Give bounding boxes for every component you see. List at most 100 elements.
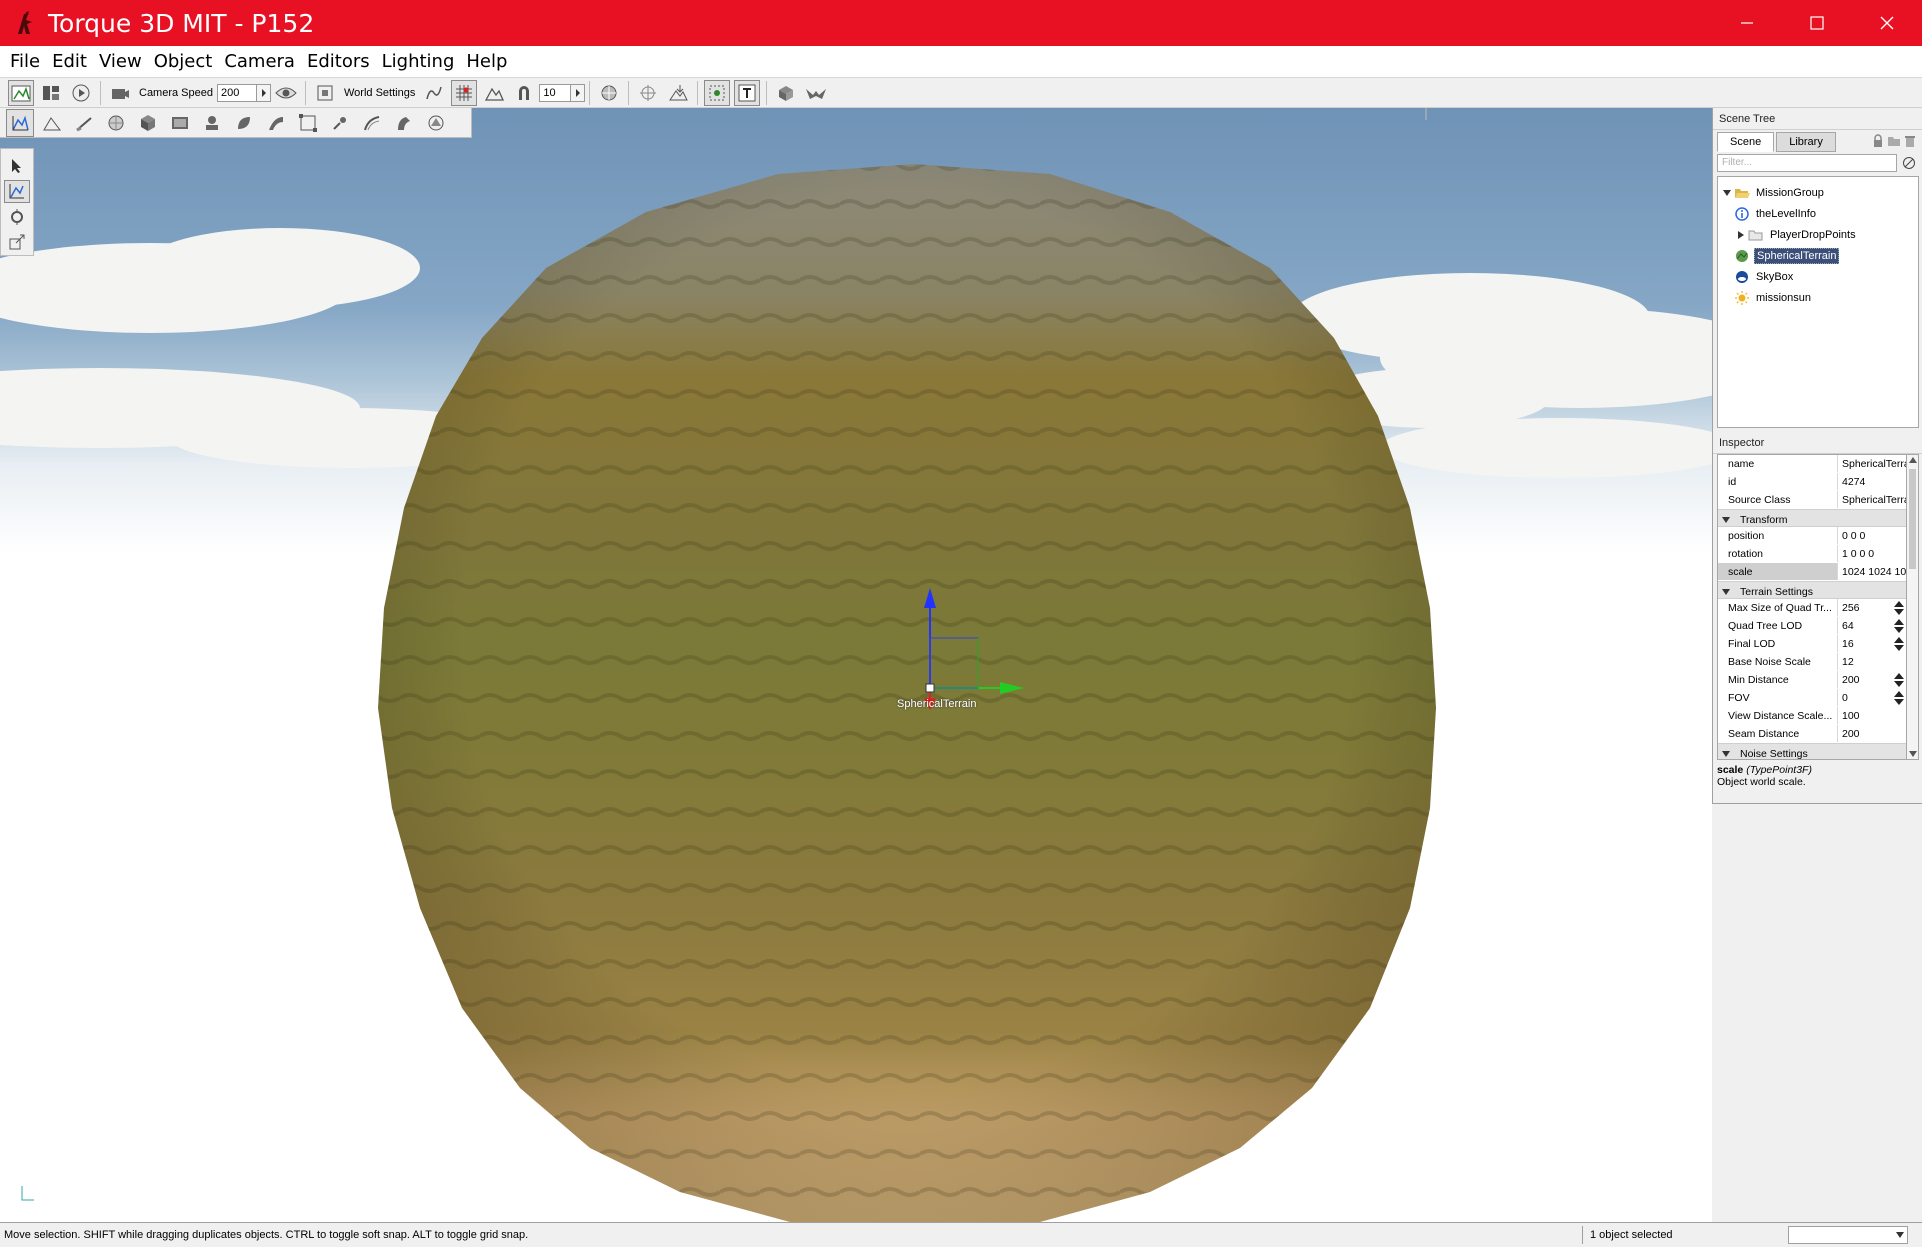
torque-logo-icon bbox=[18, 11, 32, 34]
property-row[interactable]: rotation 1 0 0 0 bbox=[1718, 545, 1906, 563]
text-labels-button[interactable] bbox=[734, 79, 761, 106]
property-row[interactable]: Seam Distance 200 bbox=[1718, 725, 1906, 743]
road-editor-button[interactable] bbox=[358, 109, 386, 137]
new-folder-icon[interactable] bbox=[1887, 134, 1901, 148]
tab-scene[interactable]: Scene bbox=[1717, 132, 1775, 152]
visibility-button[interactable] bbox=[273, 80, 299, 106]
chevron-down-icon[interactable] bbox=[1723, 190, 1731, 196]
transform-group-header[interactable]: Transform bbox=[1718, 509, 1906, 527]
menu-view[interactable]: View bbox=[93, 51, 148, 72]
shape-editor-button[interactable] bbox=[390, 109, 418, 137]
scene-filter-input[interactable]: Filter... bbox=[1717, 154, 1897, 172]
world-editor-button[interactable] bbox=[8, 79, 34, 106]
forest-editor-button[interactable] bbox=[230, 109, 258, 137]
mesh-road-button[interactable] bbox=[262, 109, 290, 137]
scroll-down-icon[interactable] bbox=[1909, 751, 1917, 757]
terrain-painter-button[interactable] bbox=[70, 109, 98, 137]
decal-editor-button[interactable] bbox=[198, 109, 226, 137]
scene-render[interactable] bbox=[0, 108, 1712, 1222]
property-row[interactable]: position 0 0 0 bbox=[1718, 527, 1906, 545]
spinner-arrows-icon[interactable] bbox=[1894, 637, 1904, 651]
status-dropdown[interactable] bbox=[1788, 1226, 1908, 1244]
main-toolbar: Camera Speed 200 World Settings 10 bbox=[0, 77, 1922, 108]
snap-toggle-button[interactable] bbox=[421, 80, 447, 106]
fit-view-button[interactable] bbox=[312, 80, 338, 106]
spinner-arrows-icon[interactable] bbox=[1894, 673, 1904, 687]
grid-size-slider-button[interactable] bbox=[571, 83, 586, 102]
menu-file[interactable]: File bbox=[4, 51, 46, 72]
play-game-button[interactable] bbox=[68, 80, 94, 106]
material-editor-button[interactable] bbox=[102, 109, 130, 137]
scroll-up-icon[interactable] bbox=[1909, 457, 1917, 463]
object-select-button[interactable] bbox=[704, 79, 731, 106]
clear-filter-icon[interactable] bbox=[1902, 156, 1916, 170]
tree-item-sphericalterrain[interactable]: SphericalTerrain bbox=[1734, 246, 1840, 266]
camera-button[interactable] bbox=[107, 80, 133, 106]
scale-tool-button[interactable] bbox=[4, 231, 30, 255]
menu-object[interactable]: Object bbox=[148, 51, 219, 72]
chevron-right-icon[interactable] bbox=[1738, 231, 1744, 239]
menu-editors[interactable]: Editors bbox=[301, 51, 376, 72]
property-row[interactable]: nameSphericalTerrain bbox=[1718, 455, 1906, 473]
spinner-arrows-icon[interactable] bbox=[1894, 619, 1904, 633]
move-tool-button[interactable] bbox=[4, 179, 30, 203]
sketch-tool-button[interactable] bbox=[134, 109, 162, 137]
terrain-snap-button[interactable] bbox=[481, 80, 507, 106]
property-row[interactable]: Min Distance 200 bbox=[1718, 671, 1906, 689]
grid-icon bbox=[456, 84, 473, 101]
property-row[interactable]: id 4274 bbox=[1718, 473, 1906, 491]
camera-speed-input[interactable]: 200 bbox=[217, 83, 257, 102]
gui-editor-button[interactable] bbox=[38, 80, 64, 106]
property-row[interactable]: Max Size of Quad Tr... 256 bbox=[1718, 599, 1906, 617]
menu-help[interactable]: Help bbox=[460, 51, 513, 72]
magnet-snap-button[interactable] bbox=[511, 80, 537, 106]
minimize-button[interactable] bbox=[1712, 0, 1782, 46]
grid-snap-button[interactable] bbox=[451, 79, 478, 106]
world-settings-label[interactable]: World Settings bbox=[344, 87, 415, 99]
world-transform-button[interactable] bbox=[635, 80, 661, 106]
terrain-editor-button[interactable] bbox=[38, 109, 66, 137]
tree-item-skybox[interactable]: SkyBox bbox=[1734, 267, 1795, 287]
scene-viewport[interactable]: SphericalTerrain bbox=[0, 108, 1712, 1222]
river-editor-button[interactable] bbox=[294, 109, 322, 137]
status-separator bbox=[1582, 1226, 1583, 1244]
property-row[interactable]: View Distance Scale... 100 bbox=[1718, 707, 1906, 725]
particle-editor-button[interactable] bbox=[326, 109, 354, 137]
property-row[interactable]: Base Noise Scale 12 bbox=[1718, 653, 1906, 671]
property-row[interactable]: FOV 0 bbox=[1718, 689, 1906, 707]
property-row[interactable]: Source ClassSphericalTerrain bbox=[1718, 491, 1906, 509]
terrain-settings-group-header[interactable]: Terrain Settings bbox=[1718, 581, 1906, 599]
menu-lighting[interactable]: Lighting bbox=[376, 51, 461, 72]
tree-item-missionsun[interactable]: missionsun bbox=[1734, 288, 1813, 308]
camera-speed-slider-button[interactable] bbox=[257, 83, 271, 102]
property-row[interactable]: Quad Tree LOD 64 bbox=[1718, 617, 1906, 635]
bird-view-button[interactable] bbox=[803, 80, 829, 106]
navmesh-editor-button[interactable] bbox=[422, 109, 450, 137]
spinner-arrows-icon[interactable] bbox=[1894, 691, 1904, 705]
prefab-button[interactable] bbox=[773, 80, 799, 106]
tree-item-playerdroppoints[interactable]: PlayerDropPoints bbox=[1720, 225, 1858, 245]
delete-icon[interactable] bbox=[1904, 134, 1916, 148]
object-center-button[interactable] bbox=[596, 80, 622, 106]
close-button[interactable] bbox=[1852, 0, 1922, 46]
noise-settings-group-header[interactable]: Noise Settings bbox=[1718, 743, 1906, 759]
rotate-tool-button[interactable] bbox=[4, 205, 30, 229]
inspector-scrollbar[interactable] bbox=[1907, 454, 1919, 760]
spinner-arrows-icon[interactable] bbox=[1894, 601, 1904, 615]
tree-item-thelevelinfo[interactable]: theLevelInfo bbox=[1734, 204, 1818, 224]
select-tool-button[interactable] bbox=[4, 154, 30, 178]
tree-item-missiongroup[interactable]: MissionGroup bbox=[1720, 183, 1826, 203]
layout-icon bbox=[43, 85, 59, 100]
grid-size-input[interactable]: 10 bbox=[539, 83, 572, 102]
maximize-button[interactable] bbox=[1782, 0, 1852, 46]
menu-camera[interactable]: Camera bbox=[218, 51, 301, 72]
object-editor-button[interactable] bbox=[6, 108, 34, 137]
datablock-editor-button[interactable] bbox=[166, 109, 194, 137]
scrollbar-thumb[interactable] bbox=[1909, 469, 1916, 569]
lock-icon[interactable] bbox=[1872, 134, 1884, 148]
property-row-selected[interactable]: scale1024 1024 1024 bbox=[1718, 563, 1906, 581]
property-row[interactable]: Final LOD 16 bbox=[1718, 635, 1906, 653]
menu-edit[interactable]: Edit bbox=[46, 51, 93, 72]
drop-at-button[interactable] bbox=[665, 80, 691, 106]
tab-library[interactable]: Library bbox=[1776, 132, 1836, 152]
